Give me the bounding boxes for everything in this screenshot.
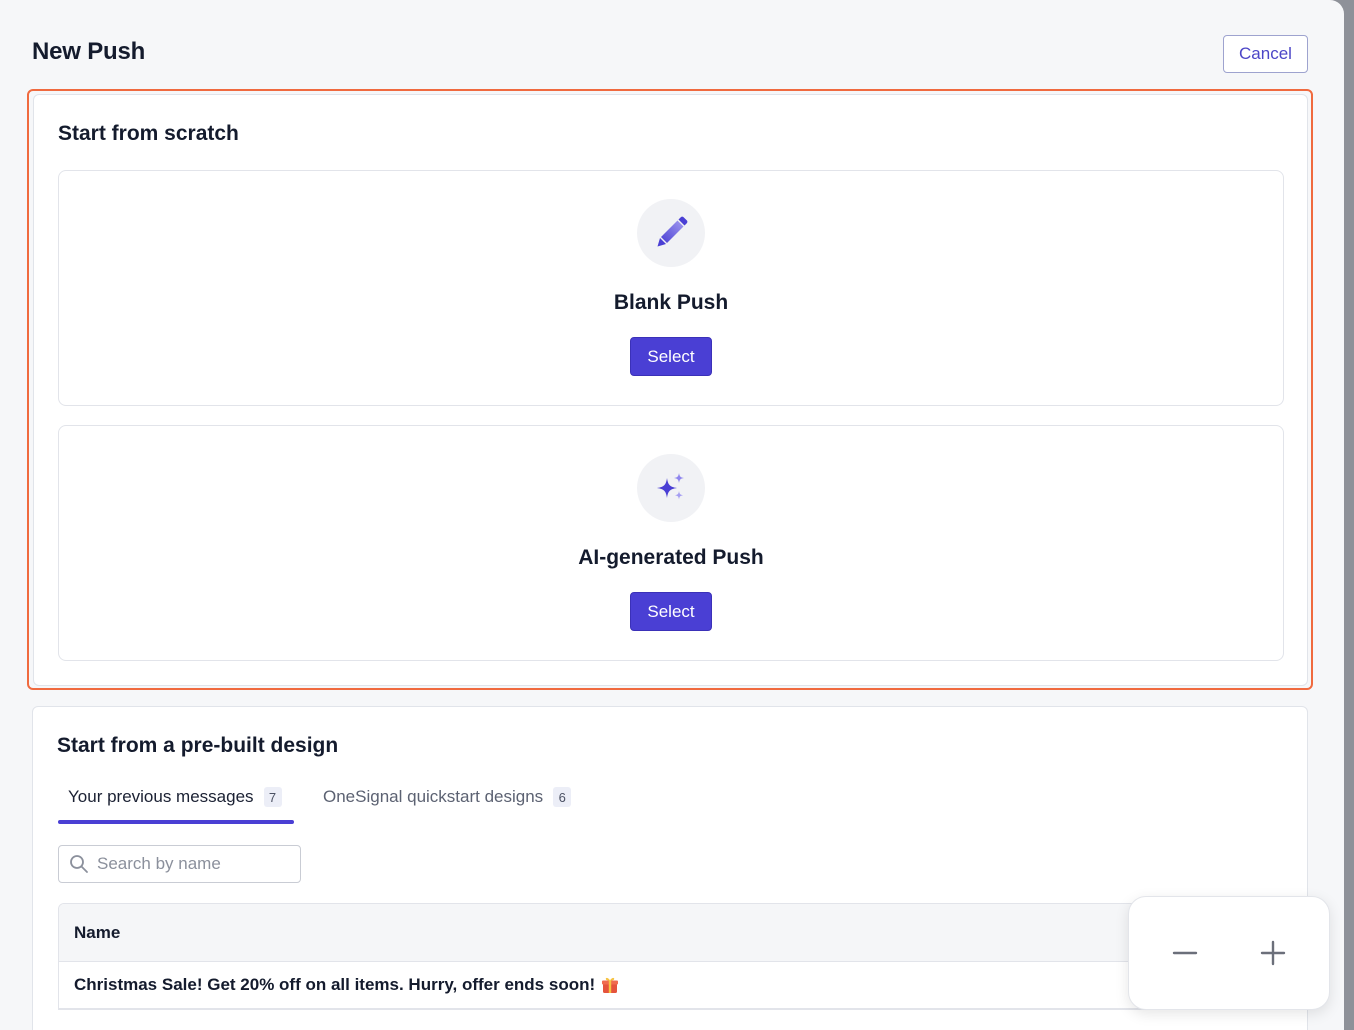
search-field[interactable] <box>58 845 301 883</box>
tab-count-badge: 6 <box>553 787 572 807</box>
prebuilt-design-card: Start from a pre-built design Your previ… <box>32 706 1308 1030</box>
section-title-prebuilt: Start from a pre-built design <box>57 734 339 757</box>
zoom-in-button[interactable] <box>1253 933 1293 973</box>
new-push-window: New Push Cancel Start from scratch Blank… <box>0 0 1344 1030</box>
table-header-name: Name <box>59 904 1283 962</box>
tab-label: OneSignal quickstart designs <box>323 787 544 806</box>
minus-icon <box>1172 940 1198 966</box>
tab-label: Your previous messages <box>68 787 254 806</box>
selection-highlight-outline <box>27 89 1313 690</box>
plus-icon <box>1260 940 1286 966</box>
cancel-button[interactable]: Cancel <box>1223 35 1308 73</box>
page-title: New Push <box>32 38 146 65</box>
message-name: Christmas Sale! Get 20% off on all items… <box>74 975 596 994</box>
tab-previous-messages[interactable]: Your previous messages 7 <box>68 787 282 807</box>
zoom-controls <box>1128 896 1330 1010</box>
tab-count-badge: 7 <box>263 787 282 807</box>
messages-table: Name Christmas Sale! Get 20% off on all … <box>58 903 1284 1010</box>
zoom-out-button[interactable] <box>1165 933 1205 973</box>
search-input[interactable] <box>97 854 287 874</box>
table-row[interactable]: Christmas Sale! Get 20% off on all items… <box>59 962 1283 1009</box>
search-icon <box>69 854 89 874</box>
gift-icon <box>601 976 619 994</box>
tab-quickstart-designs[interactable]: OneSignal quickstart designs 6 <box>323 787 572 807</box>
active-tab-indicator <box>58 820 294 824</box>
